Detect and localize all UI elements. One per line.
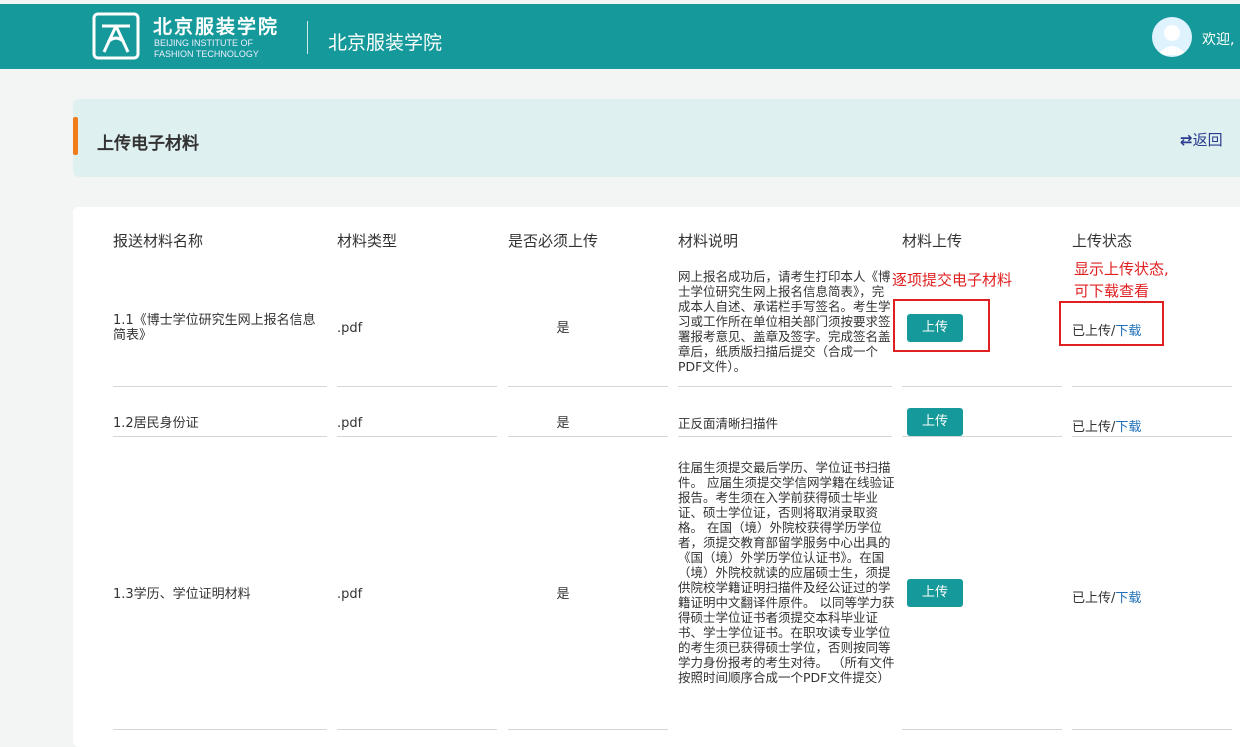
page-title: 上传电子材料 xyxy=(97,134,199,154)
row1-name: 1.1《博士学位研究生网上报名信息简表》 xyxy=(113,313,316,343)
logo-english-line2: FASHION TECHNOLOGY xyxy=(154,49,259,59)
row1-divider xyxy=(1072,386,1232,387)
swap-arrows-icon: ⇄ xyxy=(1180,131,1193,149)
row1-divider xyxy=(902,386,1062,387)
row2-name: 1.2居民身份证 xyxy=(113,416,199,431)
logo-chinese-name: 北京服装学院 xyxy=(153,16,280,38)
column-header-type: 材料类型 xyxy=(337,232,398,250)
row2-required: 是 xyxy=(556,416,570,431)
status-annotation-line1: 显示上传状态, xyxy=(1074,260,1169,278)
row3-status-text: 已上传/ xyxy=(1072,591,1116,606)
column-header-status: 上传状态 xyxy=(1072,232,1133,250)
row3-divider xyxy=(113,729,327,730)
materials-table-card xyxy=(73,207,1240,747)
title-accent-bar xyxy=(73,117,78,155)
logo-english-name: BEIJING INSTITUTE OF FASHION TECHNOLOGY xyxy=(154,38,259,60)
status-annotation-line2: 可下载查看 xyxy=(1074,282,1150,300)
row1-divider xyxy=(508,386,668,387)
row1-required: 是 xyxy=(556,321,570,336)
row2-divider xyxy=(1072,436,1232,437)
row2-divider xyxy=(902,436,1062,437)
row1-divider xyxy=(113,386,327,387)
row2-upload-button[interactable]: 上传 xyxy=(907,408,963,436)
upload-annotation-box xyxy=(893,299,990,352)
row2-description: 正反面清晰扫描件 xyxy=(678,416,779,431)
row3-upload-button[interactable]: 上传 xyxy=(907,579,963,607)
row2-status-text: 已上传/ xyxy=(1072,420,1116,435)
status-annotation-box xyxy=(1059,301,1164,346)
row3-download-link[interactable]: 下载 xyxy=(1115,591,1141,606)
column-header-upload: 材料上传 xyxy=(902,232,963,250)
site-title: 北京服装学院 xyxy=(328,32,443,54)
row1-divider xyxy=(337,386,497,387)
row3-description: 往届生须提交最后学历、学位证书扫描件。 应届生须提交学信网学籍在线验证报告。考生… xyxy=(678,460,895,685)
row3-divider xyxy=(508,729,668,730)
page-header-card: 上传电子材料 ⇄返回 xyxy=(73,99,1240,177)
row3-required: 是 xyxy=(556,587,570,602)
row2-type: .pdf xyxy=(337,416,363,431)
row3-status: 已上传/下载 xyxy=(1072,587,1141,606)
row2-divider xyxy=(678,436,892,437)
column-header-required: 是否必须上传 xyxy=(508,232,599,250)
row1-divider xyxy=(678,386,892,387)
user-avatar[interactable] xyxy=(1152,17,1192,57)
row1-description: 网上报名成功后，请考生打印本人《博士学位研究生网上报名信息简表》，完成本人自述、… xyxy=(678,269,891,374)
row3-name: 1.3学历、学位证明材料 xyxy=(113,587,251,602)
row2-divider xyxy=(508,436,668,437)
back-label: 返回 xyxy=(1192,131,1223,149)
row3-divider xyxy=(902,729,1062,730)
column-header-name: 报送材料名称 xyxy=(113,232,204,250)
header-divider xyxy=(307,21,308,54)
row1-type: .pdf xyxy=(337,321,363,336)
back-link[interactable]: ⇄返回 xyxy=(1180,129,1223,150)
school-logo-icon xyxy=(92,12,140,60)
row3-type: .pdf xyxy=(337,587,363,602)
row2-divider xyxy=(113,436,327,437)
row2-download-link[interactable]: 下载 xyxy=(1115,420,1141,435)
row3-divider xyxy=(337,729,497,730)
welcome-text: 欢迎, xyxy=(1202,32,1235,48)
column-header-description: 材料说明 xyxy=(678,232,739,250)
top-bar: 北京服装学院 BEIJING INSTITUTE OF FASHION TECH… xyxy=(0,4,1240,69)
logo-english-line1: BEIJING INSTITUTE OF xyxy=(154,38,254,48)
user-icon xyxy=(1158,25,1186,55)
row2-status: 已上传/下载 xyxy=(1072,416,1141,435)
upload-annotation-text: 逐项提交电子材料 xyxy=(892,271,1013,289)
row3-divider xyxy=(1072,729,1232,730)
row2-divider xyxy=(337,436,497,437)
